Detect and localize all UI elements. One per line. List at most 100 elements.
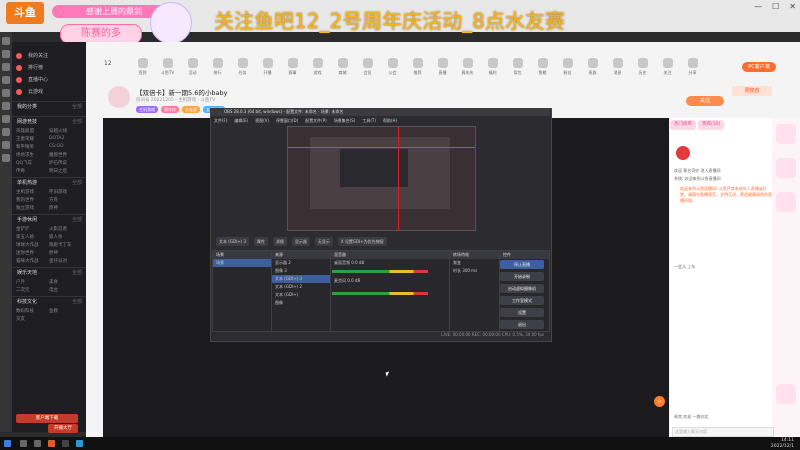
properties-button[interactable]: 属性 <box>253 237 268 246</box>
category-item[interactable]: 我的世界 <box>16 197 49 203</box>
tab-hot-rank[interactable]: 热门榜单 <box>670 120 696 130</box>
app-icon[interactable] <box>2 76 10 84</box>
download-client-button[interactable]: 客户端下载 <box>16 414 78 423</box>
toolbar-item[interactable]: 直播 <box>430 58 455 80</box>
category-item[interactable]: 火影忍者 <box>49 226 82 232</box>
scene-item[interactable]: 场景 <box>213 259 271 267</box>
start-recording-button[interactable]: 开始录制 <box>500 272 544 281</box>
streamer-avatar[interactable] <box>108 86 130 108</box>
category-item[interactable]: 独立游戏 <box>16 205 49 211</box>
filters-button[interactable]: 滤镜 <box>272 237 287 246</box>
category-item[interactable]: 蛋仔派对 <box>49 258 82 264</box>
section-mobile-games[interactable]: 手游休闲 全部 <box>12 214 86 226</box>
taskview-icon[interactable] <box>34 440 41 447</box>
category-item[interactable]: 户外 <box>16 279 49 285</box>
windows-start-icon[interactable] <box>4 440 11 447</box>
obs-preview[interactable] <box>287 126 476 231</box>
chat-input[interactable]: 这里输入聊天内容 <box>672 427 774 437</box>
category-item[interactable]: QQ飞车 <box>16 160 49 166</box>
room-tag[interactable]: 水友赛 <box>182 106 200 113</box>
obs-menu-item[interactable]: 视图(V) <box>255 117 269 125</box>
app-icon[interactable] <box>2 128 10 136</box>
sidebar-item-cloud-game[interactable]: 云游戏 <box>12 86 86 98</box>
category-item[interactable]: 怀旧游戏 <box>49 189 82 195</box>
section-single-games[interactable]: 单机热游 全部 <box>12 177 86 189</box>
category-item[interactable]: 王者荣耀 <box>16 136 49 142</box>
room-tag[interactable]: 周年庆 <box>161 106 179 113</box>
weibo-icon[interactable] <box>676 146 690 160</box>
category-item[interactable]: 交友 <box>16 316 49 322</box>
category-item[interactable]: 猫咪大作战 <box>16 258 49 264</box>
toolbar-item[interactable]: 活动 <box>180 58 205 80</box>
source-item[interactable]: 文本 (GDI+) 2 <box>272 283 330 291</box>
source-item[interactable]: 文本 (GDI+) <box>272 291 330 299</box>
category-item[interactable]: 美食 <box>49 279 82 285</box>
category-item[interactable]: 方舟 <box>49 197 82 203</box>
toolbar-item[interactable]: 周年庆 <box>455 58 480 80</box>
section-entertainment[interactable]: 娱乐天地 全部 <box>12 267 86 279</box>
pc-client-button[interactable]: PC客户端 <box>742 62 776 72</box>
app-icon[interactable] <box>2 89 10 97</box>
app-icon[interactable] <box>2 115 10 123</box>
douyu-logo[interactable]: 斗鱼 <box>6 2 44 24</box>
room-tag[interactable]: 主机游戏 <box>136 106 158 113</box>
app-icon[interactable] <box>2 141 10 149</box>
obs-menu-item[interactable]: 编辑(E) <box>234 117 248 125</box>
category-item[interactable]: CS:GO <box>49 144 82 150</box>
toolbar-item[interactable]: 历史 <box>630 58 655 80</box>
category-item[interactable]: 明日之后 <box>49 168 82 174</box>
obs-menu-item[interactable]: 场景集合(S) <box>334 117 356 125</box>
toolbar-item[interactable]: 会员 <box>355 58 380 80</box>
rank-badge[interactable]: 周榜首 <box>732 86 772 96</box>
category-item[interactable]: 鱼教 <box>49 308 82 314</box>
app-icon[interactable] <box>2 154 10 162</box>
toolbar-item[interactable]: 消息 <box>605 58 630 80</box>
obs-menu-item[interactable]: 文件(F) <box>214 117 227 125</box>
obs-menu-item[interactable]: 帮助(H) <box>383 117 397 125</box>
transition-select[interactable]: 渐变 <box>450 259 500 267</box>
category-item[interactable]: 第五人格 <box>16 234 49 240</box>
category-item[interactable]: 英雄联盟 <box>16 128 49 134</box>
obs-icon[interactable] <box>62 440 69 447</box>
sidebar-item-center[interactable]: 直播中心 <box>12 74 86 86</box>
toolbar-item[interactable]: 关注 <box>655 58 680 80</box>
toolbar-item[interactable]: 游戏 <box>305 58 330 80</box>
browser-icon[interactable] <box>48 440 55 447</box>
category-item[interactable]: 原神 <box>49 250 82 256</box>
broadcast-hall-button[interactable]: 开播大厅 <box>48 424 78 433</box>
virtual-camera-button[interactable]: 启动虚拟摄像机 <box>500 284 544 293</box>
settings-button[interactable]: 设置 <box>500 308 544 317</box>
app-icon[interactable] <box>2 37 10 45</box>
minimize-icon[interactable]: — <box>754 2 762 12</box>
category-item[interactable]: 穿越火线 <box>49 128 82 134</box>
stop-streaming-button[interactable]: 停止直播 <box>500 260 544 269</box>
category-item[interactable]: 炉石传说 <box>49 160 82 166</box>
toolbar-item[interactable]: 分享 <box>680 58 705 80</box>
app-icon[interactable] <box>2 102 10 110</box>
search-icon[interactable] <box>20 440 27 447</box>
app-icon[interactable] <box>76 440 83 447</box>
category-item[interactable]: 魔兽世界 <box>49 152 82 158</box>
toolbar-item[interactable]: 福利 <box>480 58 505 80</box>
category-item[interactable]: 电台 <box>49 287 82 293</box>
gift-icon[interactable]: ☆ <box>654 396 665 407</box>
source-item[interactable]: 文本 (GDI+) 3 <box>272 275 330 283</box>
category-item[interactable]: 球球大作战 <box>16 242 49 248</box>
toolbar-item[interactable]: 推荐 <box>405 58 430 80</box>
app-icon[interactable] <box>2 63 10 71</box>
sidebar-item-rank[interactable]: 排行榜 <box>12 62 86 74</box>
gift-image[interactable] <box>776 158 796 178</box>
obs-menu-item[interactable]: 工具(T) <box>362 117 376 125</box>
follow-button[interactable]: 关注 <box>686 96 724 106</box>
obs-menu-item[interactable]: 停靠窗口(D) <box>276 117 298 125</box>
tab-vip[interactable]: 贵宾(10) <box>698 120 725 130</box>
exit-button[interactable]: 退出 <box>500 320 544 329</box>
section-tech-culture[interactable]: 科技文化 全部 <box>12 296 86 308</box>
category-item[interactable]: 跑跑卡丁车 <box>49 242 82 248</box>
source-item[interactable]: 显示器 2 <box>272 259 330 267</box>
category-item[interactable]: 迷你世界 <box>16 250 49 256</box>
toolbar-item[interactable]: 背包 <box>505 58 530 80</box>
toolbar-item[interactable]: 贵族 <box>580 58 605 80</box>
toolbar-item[interactable]: 排行 <box>205 58 230 80</box>
category-item[interactable]: 二次元 <box>16 287 49 293</box>
